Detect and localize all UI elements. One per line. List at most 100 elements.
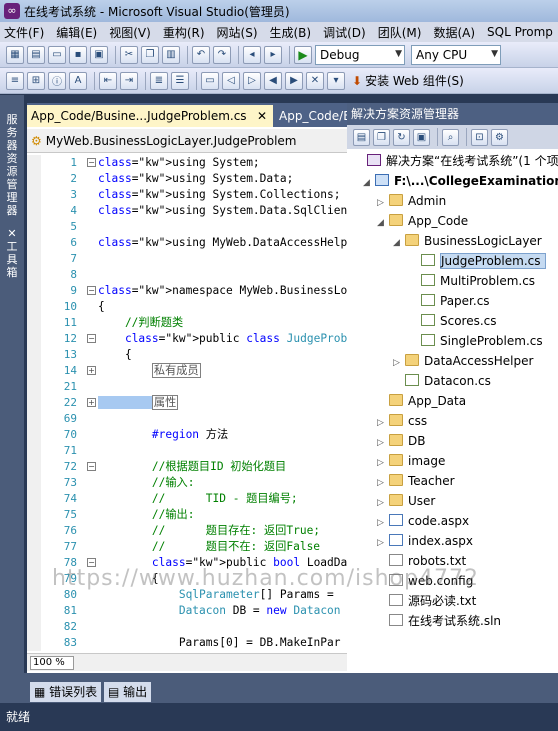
breakpoint-gutter[interactable] — [27, 427, 41, 443]
breakpoint-gutter[interactable] — [27, 635, 41, 651]
code-line[interactable]: 21 — [27, 379, 347, 395]
next-bookmark-icon[interactable]: ▷ — [243, 71, 261, 90]
menu-item[interactable]: 数据(A) — [433, 24, 475, 41]
tab-judgeproblem[interactable]: App_Code/Busine...JudgeProblem.cs ✕ — [27, 105, 273, 127]
collapsed-arrow-icon[interactable]: ▷ — [377, 493, 389, 513]
collapse-icon[interactable]: − — [87, 334, 96, 343]
configuration-select[interactable]: Debug ▼ — [315, 44, 405, 65]
navigate-forward-icon[interactable]: ▸ — [264, 45, 282, 64]
undo-icon[interactable]: ↶ — [192, 45, 210, 64]
new-project-icon[interactable]: ▦ — [6, 45, 24, 64]
breakpoint-gutter[interactable] — [27, 283, 41, 299]
member-list-icon[interactable]: ≡ — [6, 71, 24, 90]
outdent-icon[interactable]: ⇤ — [99, 71, 117, 90]
expanded-arrow-icon[interactable]: ◢ — [363, 173, 375, 193]
code-line[interactable]: 81 Datacon DB = new Datacon — [27, 603, 347, 619]
start-debugging-icon[interactable]: ▶ — [294, 45, 312, 64]
breakpoint-gutter[interactable] — [27, 587, 41, 603]
code-line[interactable]: 13 { — [27, 347, 347, 363]
menu-item[interactable]: 编辑(E) — [56, 24, 97, 41]
properties-icon[interactable]: ▤ — [353, 128, 370, 146]
code-line[interactable]: 2 class="kw">using System.Data; — [27, 171, 347, 187]
tree-item[interactable]: Scores.cs — [409, 311, 497, 331]
breakpoint-gutter[interactable] — [27, 555, 41, 571]
tab-output[interactable]: ▤ 输出 — [104, 682, 152, 702]
next-bookmark-folder-icon[interactable]: ▶ — [285, 71, 303, 90]
tree-item[interactable]: App_Data — [377, 391, 466, 411]
cut-icon[interactable]: ✂ — [120, 45, 138, 64]
breakpoint-gutter[interactable] — [27, 315, 41, 331]
menu-item[interactable]: SQL Promp — [487, 25, 553, 39]
code-line[interactable]: 71 — [27, 443, 347, 459]
breakpoint-gutter[interactable] — [27, 251, 41, 267]
collapsed-arrow-icon[interactable]: ▷ — [393, 353, 405, 373]
quick-info-icon[interactable]: ⓘ — [48, 71, 66, 90]
collapsed-arrow-icon[interactable]: ▷ — [377, 453, 389, 473]
show-all-files-icon[interactable]: ❐ — [373, 128, 390, 146]
tree-item[interactable]: ▷ Admin — [377, 191, 446, 211]
copy-website-icon[interactable]: ⊡ — [471, 128, 488, 146]
close-icon[interactable]: ✕ — [257, 105, 267, 127]
expanded-arrow-icon[interactable]: ◢ — [393, 233, 405, 253]
collapsed-arrow-icon[interactable]: ▷ — [377, 533, 389, 553]
code-line[interactable]: 7 — [27, 251, 347, 267]
collapsed-arrow-icon[interactable]: ▷ — [377, 413, 389, 433]
breakpoint-gutter[interactable] — [27, 219, 41, 235]
breakpoint-gutter[interactable] — [27, 155, 41, 171]
breakpoint-gutter[interactable] — [27, 571, 41, 587]
save-all-icon[interactable]: ▣ — [90, 45, 108, 64]
collapsed-arrow-icon[interactable]: ▷ — [377, 433, 389, 453]
paste-icon[interactable]: ▥ — [162, 45, 180, 64]
menu-item[interactable]: 调试(D) — [323, 24, 366, 41]
code-line[interactable]: 1 − class="kw">using System; — [27, 155, 347, 171]
code-line[interactable]: 73 //输入: — [27, 475, 347, 491]
code-line[interactable]: 80 SqlParameter[] Params = — [27, 587, 347, 603]
code-line[interactable]: 22 + 属性 — [27, 395, 347, 411]
code-line[interactable]: 70 #region 方法 — [27, 427, 347, 443]
indent-icon[interactable]: ⇥ — [120, 71, 138, 90]
tree-item[interactable]: MultiProblem.cs — [409, 271, 535, 291]
add-item-icon[interactable]: ▤ — [27, 45, 45, 64]
copy-icon[interactable]: ❐ — [141, 45, 159, 64]
nest-related-files-icon[interactable]: ▣ — [413, 128, 430, 146]
bookmark-icon[interactable]: ▭ — [201, 71, 219, 90]
breakpoint-gutter[interactable] — [27, 523, 41, 539]
tree-item[interactable]: robots.txt — [377, 551, 466, 571]
prev-bookmark-folder-icon[interactable]: ◀ — [264, 71, 282, 90]
expanded-arrow-icon[interactable]: ◢ — [377, 213, 389, 233]
code-line[interactable]: 83 Params[0] = DB.MakeInPar — [27, 635, 347, 651]
tree-item[interactable]: ◢ BusinessLogicLayer — [393, 231, 542, 251]
refresh-icon[interactable]: ↻ — [393, 128, 410, 146]
prev-bookmark-icon[interactable]: ◁ — [222, 71, 240, 90]
code-line[interactable]: 10 { — [27, 299, 347, 315]
uncomment-icon[interactable]: ☰ — [171, 71, 189, 90]
tree-item[interactable]: ▷ DataAccessHelper — [393, 351, 533, 371]
code-line[interactable]: 74 // TID - 题目编号; — [27, 491, 347, 507]
collapse-icon[interactable]: − — [87, 462, 96, 471]
code-line[interactable]: 6 class="kw">using MyWeb.DataAccessHelper… — [27, 235, 347, 251]
tree-item[interactable]: ▷ index.aspx — [377, 531, 473, 551]
save-icon[interactable]: ▪ — [69, 45, 87, 64]
breakpoint-gutter[interactable] — [27, 299, 41, 315]
menu-item[interactable]: 视图(V) — [109, 24, 151, 41]
code-line[interactable]: 5 — [27, 219, 347, 235]
navigate-back-icon[interactable]: ◂ — [243, 45, 261, 64]
breakpoint-gutter[interactable] — [27, 443, 41, 459]
code-line[interactable]: 82 — [27, 619, 347, 635]
collapse-icon[interactable]: − — [87, 558, 96, 567]
code-line[interactable]: 9 −class="kw">namespace MyWeb.BusinessLog… — [27, 283, 347, 299]
aspnet-config-icon[interactable]: ⚙ — [491, 128, 508, 146]
tree-item[interactable]: ▷ DB — [377, 431, 425, 451]
menu-item[interactable]: 生成(B) — [270, 24, 312, 41]
menu-item[interactable]: 网站(S) — [217, 24, 258, 41]
parameter-info-icon[interactable]: ⊞ — [27, 71, 45, 90]
code-line[interactable]: 75 //输出: — [27, 507, 347, 523]
platform-select[interactable]: Any CPU ▼ — [411, 44, 501, 65]
clear-bookmarks-icon[interactable]: ✕ — [306, 71, 324, 90]
tree-item[interactable]: Paper.cs — [409, 291, 490, 311]
breakpoint-gutter[interactable] — [27, 603, 41, 619]
tree-item[interactable]: 在线考试系统.sln — [377, 611, 501, 631]
install-web-components-button[interactable]: ⬇ 安装 Web 组件(S) — [352, 72, 464, 89]
code-text-area[interactable]: 1− class="kw">using System; 2 class="kw">us… — [27, 155, 347, 653]
collapsed-arrow-icon[interactable]: ▷ — [377, 513, 389, 533]
